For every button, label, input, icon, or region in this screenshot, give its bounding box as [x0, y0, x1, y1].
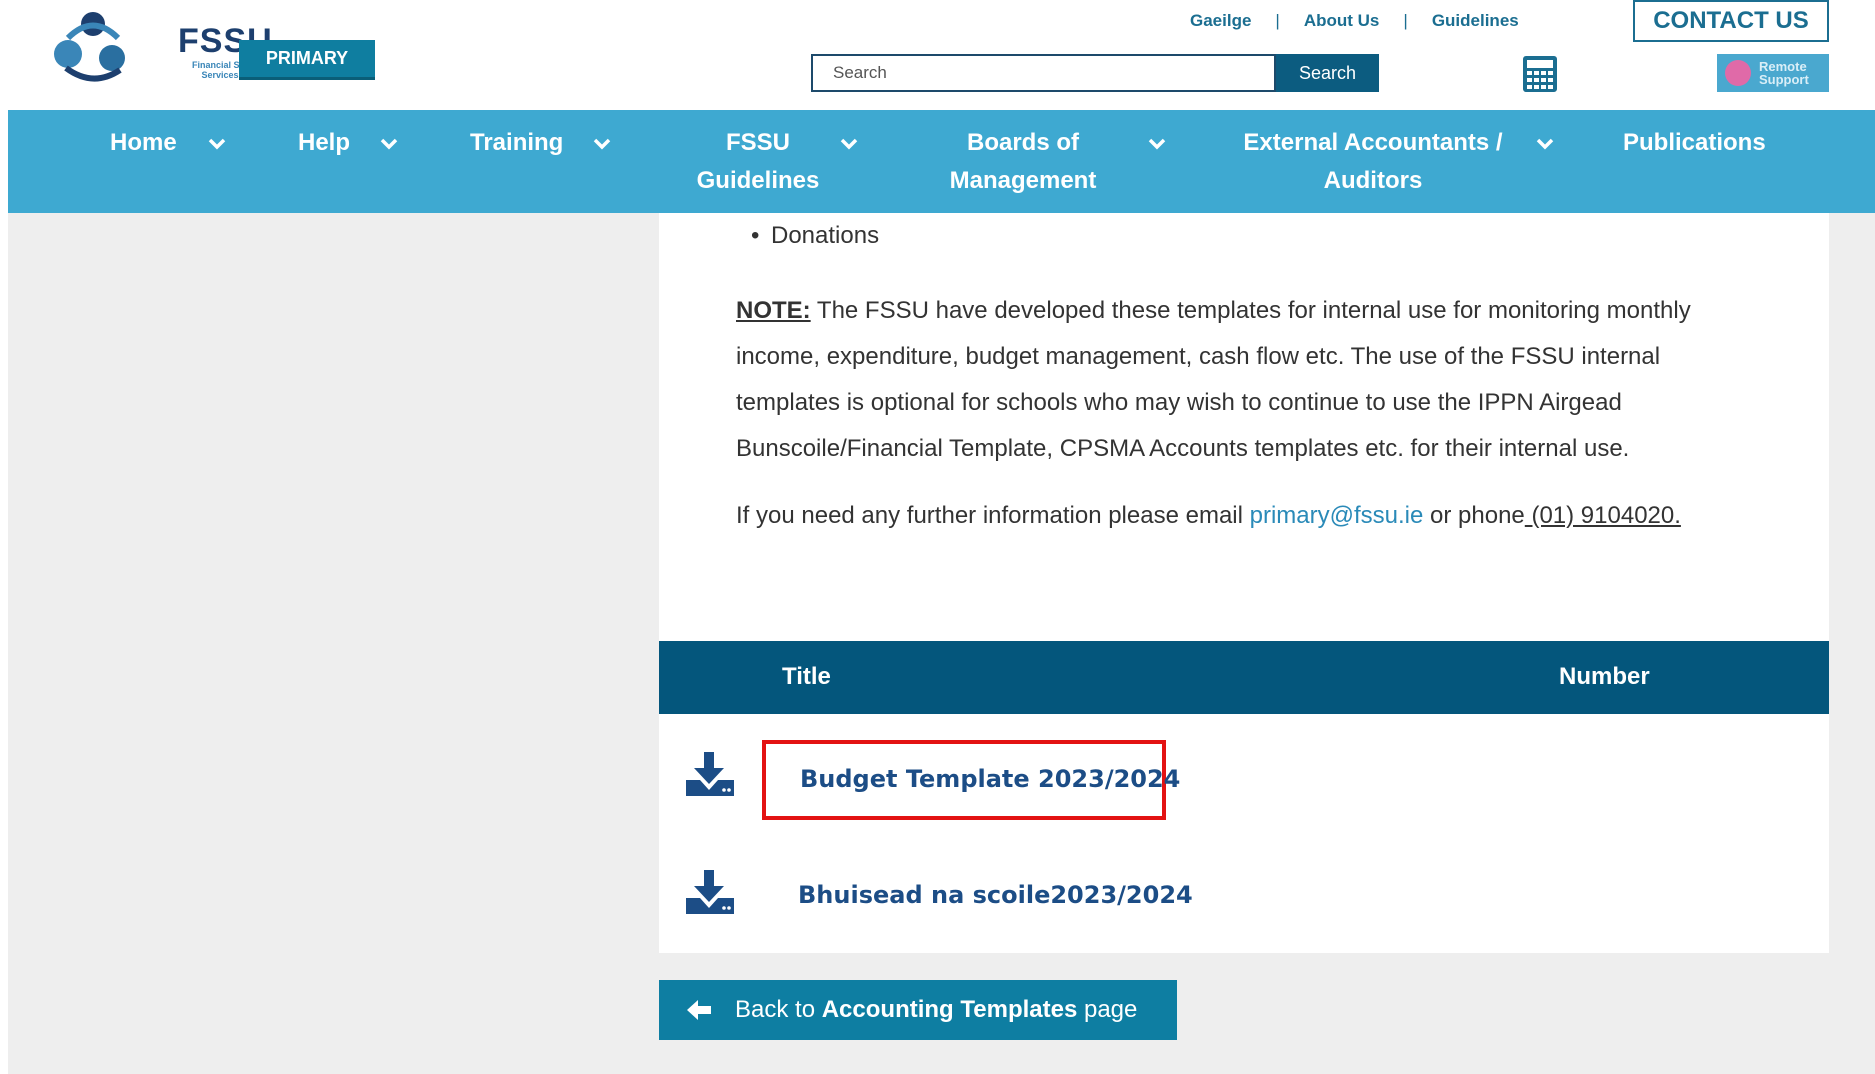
primary-badge[interactable]: PRIMARY: [239, 40, 375, 80]
note-text: The FSSU have developed these templates …: [736, 297, 1691, 462]
nav-item-fssu-guidelines[interactable]: FSSU Guidelines: [678, 124, 838, 200]
info-prefix: If you need any further information plea…: [736, 502, 1250, 529]
email-link[interactable]: primary@fssu.ie: [1250, 502, 1424, 529]
back-to-accounting-templates-button[interactable]: Back to Accounting Templates page: [659, 980, 1177, 1040]
download-icon[interactable]: [684, 750, 736, 798]
nav-item-boards-of-management[interactable]: Boards of Management: [943, 124, 1103, 200]
top-link-gaeilge[interactable]: Gaeilge: [1190, 11, 1251, 31]
back-suffix: page: [1077, 996, 1138, 1023]
info-middle: or phone: [1423, 502, 1525, 529]
back-bold: Accounting Templates: [821, 996, 1078, 1023]
bhuisead-template-link[interactable]: Bhuisead na scoile2023/2024: [798, 881, 1193, 909]
nav-label: Boards of Management: [949, 129, 1097, 194]
top-link-guidelines[interactable]: Guidelines: [1432, 11, 1519, 31]
chevron-down-icon[interactable]: [593, 138, 611, 150]
chevron-down-icon[interactable]: [208, 138, 226, 150]
bullet-item: Donations: [751, 222, 879, 250]
chevron-down-icon[interactable]: [840, 138, 858, 150]
calculator-icon[interactable]: [1522, 55, 1558, 93]
nav-label: FSSU Guidelines: [696, 129, 820, 194]
chevron-down-icon[interactable]: [1536, 138, 1554, 150]
nav-item-home[interactable]: Home: [110, 124, 177, 162]
contact-info: If you need any further information plea…: [736, 496, 1681, 536]
chevron-down-icon[interactable]: [380, 138, 398, 150]
chevron-down-icon[interactable]: [1148, 138, 1166, 150]
top-links: Gaeilge | About Us | Guidelines: [1190, 8, 1519, 34]
nav-item-publications[interactable]: Publications: [1623, 124, 1766, 162]
nav-item-training[interactable]: Training: [470, 124, 563, 162]
separator: |: [1403, 11, 1408, 30]
search-input[interactable]: Search: [811, 54, 1276, 92]
remote-support-button[interactable]: Remote Support: [1717, 54, 1829, 92]
note-label: NOTE:: [736, 297, 811, 324]
nav-label: External Accountants / Auditors: [1243, 129, 1503, 194]
arrow-left-icon: [687, 1000, 711, 1020]
main-nav: Home Help Training FSSU Guidelines Board…: [8, 110, 1875, 213]
fssu-logo[interactable]: FSSU Financial Support Services Unit: [48, 8, 272, 84]
site-header: FSSU Financial Support Services Unit PRI…: [0, 0, 1875, 110]
back-prefix: Back to: [735, 996, 822, 1023]
nav-label: Publications: [1623, 129, 1766, 156]
support-avatar-icon: [1725, 60, 1751, 86]
table-header: Title Number: [659, 641, 1829, 714]
budget-template-link[interactable]: Budget Template 2023/2024: [800, 765, 1180, 793]
column-header-title[interactable]: Title: [782, 663, 831, 691]
table-row: Budget Template 2023/2024: [659, 720, 1829, 834]
logo-circles-icon: [54, 12, 125, 82]
column-header-number[interactable]: Number: [1559, 663, 1650, 691]
nav-label: Home: [110, 129, 177, 156]
phone-link[interactable]: (01) 9104020.: [1525, 502, 1680, 529]
nav-item-external-accountants[interactable]: External Accountants / Auditors: [1233, 124, 1513, 200]
top-link-about-us[interactable]: About Us: [1304, 11, 1380, 31]
nav-label: Training: [470, 129, 564, 156]
download-icon[interactable]: [684, 868, 736, 916]
remote-support-label: Remote Support: [1759, 59, 1809, 87]
search-button[interactable]: Search: [1276, 54, 1379, 92]
note-paragraph: NOTE: The FSSU have developed these temp…: [736, 288, 1756, 472]
separator: |: [1275, 11, 1280, 30]
table-row: Bhuisead na scoile2023/2024: [659, 838, 1829, 952]
contact-us-button[interactable]: CONTACT US: [1633, 0, 1829, 42]
nav-label: Help: [298, 129, 351, 156]
nav-item-help[interactable]: Help: [298, 124, 350, 162]
